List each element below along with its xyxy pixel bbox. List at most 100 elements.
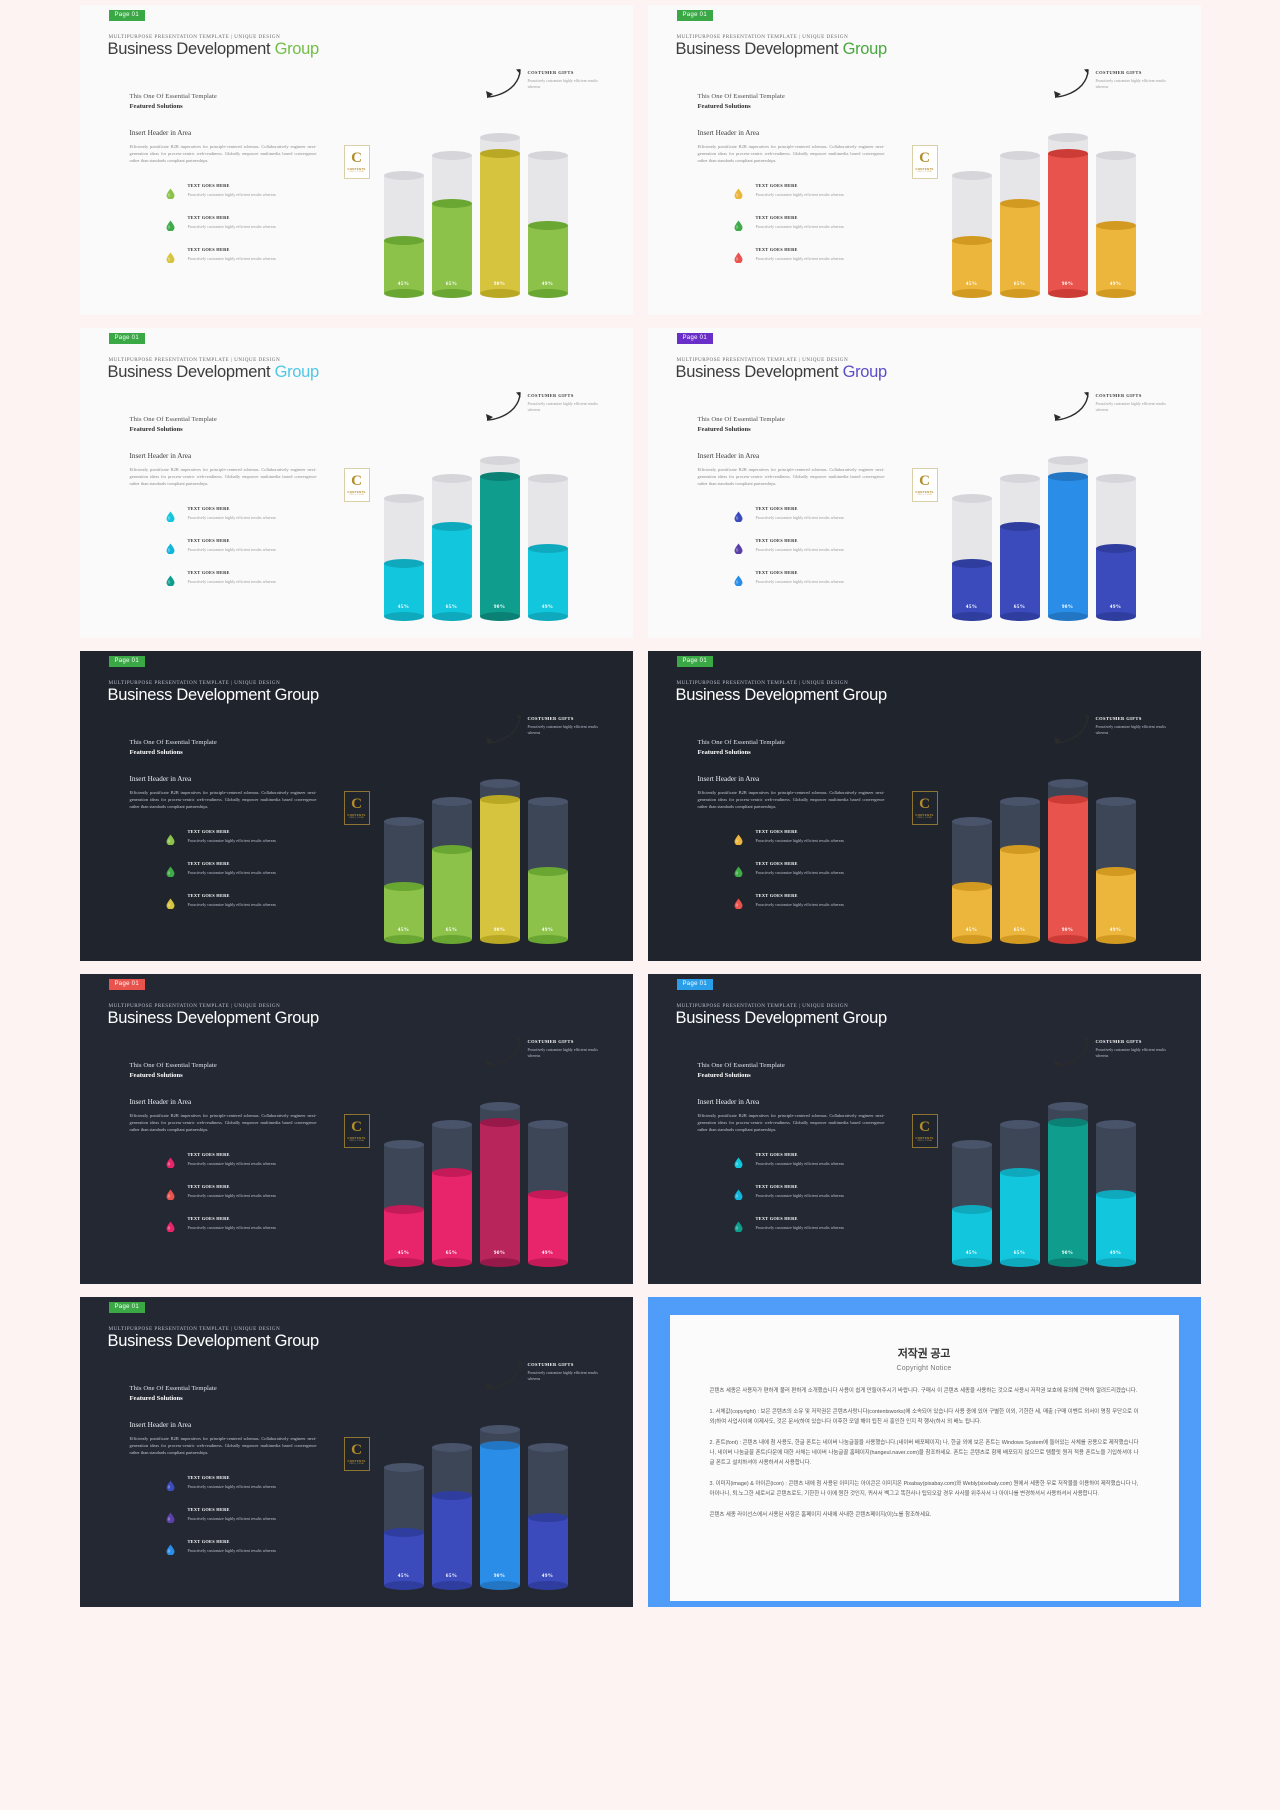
cylinder-base: [431, 1580, 472, 1590]
bullet-title: TEXT GOES HERE: [187, 247, 230, 252]
cylinder-bar-4[interactable]: 49%: [1095, 796, 1136, 944]
cylinder-base: [431, 611, 472, 621]
cylinder-fill-top: [383, 881, 424, 891]
presentation-slide-2[interactable]: Page 01 MULTIPURPOSE PRESENTATION TEMPLA…: [647, 5, 1201, 315]
cylinder-bar-1[interactable]: 45%: [951, 493, 992, 621]
cylinder-bar-4[interactable]: 49%: [527, 473, 568, 621]
section-header: Insert Header in Area: [129, 452, 192, 460]
bullet-title: TEXT GOES HERE: [187, 1216, 230, 1221]
cylinder-bar-2[interactable]: 65%: [431, 796, 472, 944]
cylinder-value-label: 90%: [1061, 1250, 1074, 1256]
cylinder-track-top: [527, 150, 568, 160]
water-drop-icon: [166, 543, 175, 554]
cylinder-base: [1095, 1257, 1136, 1267]
certificate-line-2: PRO | CLUB: [349, 494, 364, 496]
cylinder-track-top: [1047, 132, 1088, 142]
water-drop-icon: [734, 543, 743, 554]
bullet-title: TEXT GOES HERE: [755, 538, 798, 543]
cylinder-fill-top: [951, 881, 992, 891]
water-drop-icon: [166, 866, 175, 877]
cylinder-fill: [999, 521, 1040, 621]
cylinder-bar-4[interactable]: 49%: [527, 796, 568, 944]
cylinder-track-top: [479, 132, 520, 142]
cylinder-bar-3[interactable]: 90%: [479, 1424, 520, 1590]
bullet-title: TEXT GOES HERE: [755, 183, 798, 188]
certificate-badge: C CONTENTS PRO | CLUB: [343, 145, 370, 179]
presentation-slide-8[interactable]: Page 01 MULTIPURPOSE PRESENTATION TEMPLA…: [647, 974, 1201, 1284]
cylinder-fill: [431, 1167, 472, 1267]
annotation-title: COSTUMER GIFTS: [527, 70, 574, 75]
cylinder-bar-1[interactable]: 45%: [383, 1139, 424, 1267]
cylinder-bar-1[interactable]: 45%: [383, 170, 424, 298]
cylinder-bar-3[interactable]: 90%: [479, 778, 520, 944]
cylinder-bar-2[interactable]: 65%: [431, 473, 472, 621]
cylinder-bar-2[interactable]: 65%: [999, 1119, 1040, 1267]
cylinder-fill-top: [1095, 543, 1136, 553]
certificate-letter: C: [351, 1119, 362, 1135]
cylinder-bar-4[interactable]: 49%: [527, 1119, 568, 1267]
cylinder-bar-3[interactable]: 90%: [1047, 455, 1088, 621]
bullet-desc: Proactively customize highly efficient r…: [187, 1193, 276, 1198]
cylinder-track-top: [951, 1139, 992, 1149]
subtitle-line-1: This One Of Essential Template: [697, 1062, 785, 1069]
cylinder-track-top: [951, 816, 992, 826]
cylinder-bar-4[interactable]: 49%: [527, 1442, 568, 1590]
cylinder-bar-3[interactable]: 90%: [479, 132, 520, 298]
presentation-slide-1[interactable]: Page 01 MULTIPURPOSE PRESENTATION TEMPLA…: [79, 5, 633, 315]
presentation-slide-5[interactable]: Page 01 MULTIPURPOSE PRESENTATION TEMPLA…: [79, 651, 633, 961]
cylinder-bar-1[interactable]: 45%: [951, 816, 992, 944]
cylinder-bar-2[interactable]: 65%: [999, 473, 1040, 621]
cylinder-bar-4[interactable]: 49%: [527, 150, 568, 298]
copyright-paragraph-4: 3. 이미지(image) & 아이콘(icon) : 콘텐츠 내에 첨 사용된…: [709, 1481, 1139, 1497]
cylinder-track-top: [1047, 455, 1088, 465]
cylinder-bar-3[interactable]: 90%: [1047, 778, 1088, 944]
slide-title-main: Business Development: [675, 40, 839, 58]
bullet-title: TEXT GOES HERE: [187, 1507, 230, 1512]
cylinder-bar-1[interactable]: 45%: [383, 816, 424, 944]
copyright-paragraph-1: 콘텐츠 세종은 사용자가 편하게 불러 편하게 소개했습니다 사용이 쉽게 만들…: [709, 1388, 1138, 1394]
bullet-item-2: TEXT GOES HERE Proactively customize high…: [728, 215, 903, 247]
water-drop-icon: [166, 1157, 175, 1168]
cylinder-bar-2[interactable]: 65%: [431, 1442, 472, 1590]
presentation-slide-9[interactable]: Page 01 MULTIPURPOSE PRESENTATION TEMPLA…: [79, 1297, 633, 1607]
cylinder-value-label: 90%: [1061, 927, 1074, 933]
bullet-item-2: TEXT GOES HERE Proactively customize high…: [160, 1507, 335, 1539]
cylinder-bar-1[interactable]: 45%: [383, 1462, 424, 1590]
cylinder-fill-top: [1047, 1117, 1088, 1127]
cylinder-bar-1[interactable]: 45%: [383, 493, 424, 621]
cylinder-base: [951, 611, 992, 621]
slide-title: Business Development Group: [676, 363, 888, 382]
copyright-notice-panel[interactable]: 저작권 공고 Copyright Notice 콘텐츠 세종은 사용자가 편하게 불…: [647, 1297, 1201, 1607]
cylinder-bar-3[interactable]: 90%: [1047, 132, 1088, 298]
cylinder-bar-4[interactable]: 49%: [1095, 150, 1136, 298]
presentation-slide-3[interactable]: Page 01 MULTIPURPOSE PRESENTATION TEMPLA…: [79, 328, 633, 638]
curved-arrow-icon: [485, 67, 527, 99]
cylinder-chart: 45% 65% 90% 49%: [944, 426, 1154, 621]
bullet-item-3: TEXT GOES HERE Proactively customize high…: [728, 893, 903, 925]
cylinder-bar-3[interactable]: 90%: [479, 455, 520, 621]
presentation-slide-7[interactable]: Page 01 MULTIPURPOSE PRESENTATION TEMPLA…: [79, 974, 633, 1284]
cylinder-bar-1[interactable]: 45%: [951, 170, 992, 298]
cylinder-base: [1047, 934, 1088, 944]
cylinder-base: [383, 288, 424, 298]
cylinder-bar-4[interactable]: 49%: [1095, 1119, 1136, 1267]
presentation-slide-4[interactable]: Page 01 MULTIPURPOSE PRESENTATION TEMPLA…: [647, 328, 1201, 638]
cylinder-bar-1[interactable]: 45%: [951, 1139, 992, 1267]
bullet-desc: Proactively customize highly efficient r…: [187, 256, 276, 261]
cylinder-bar-4[interactable]: 49%: [1095, 473, 1136, 621]
bullet-desc: Proactively customize highly efficient r…: [187, 192, 276, 197]
water-drop-icon: [166, 1189, 175, 1200]
cylinder-bar-3[interactable]: 90%: [1047, 1101, 1088, 1267]
cylinder-fill-top: [431, 198, 472, 208]
cylinder-base: [383, 1580, 424, 1590]
cylinder-bar-2[interactable]: 65%: [431, 150, 472, 298]
presentation-slide-6[interactable]: Page 01 MULTIPURPOSE PRESENTATION TEMPLA…: [647, 651, 1201, 961]
cylinder-bar-2[interactable]: 65%: [999, 150, 1040, 298]
cylinder-bar-2[interactable]: 65%: [999, 796, 1040, 944]
cylinder-track-top: [383, 493, 424, 503]
cylinder-value-label: 45%: [397, 281, 410, 287]
cylinder-bar-2[interactable]: 65%: [431, 1119, 472, 1267]
cylinder-bar-3[interactable]: 90%: [479, 1101, 520, 1267]
cylinder-fill-top: [431, 1490, 472, 1500]
slide-title: Business Development Group: [676, 1009, 888, 1028]
